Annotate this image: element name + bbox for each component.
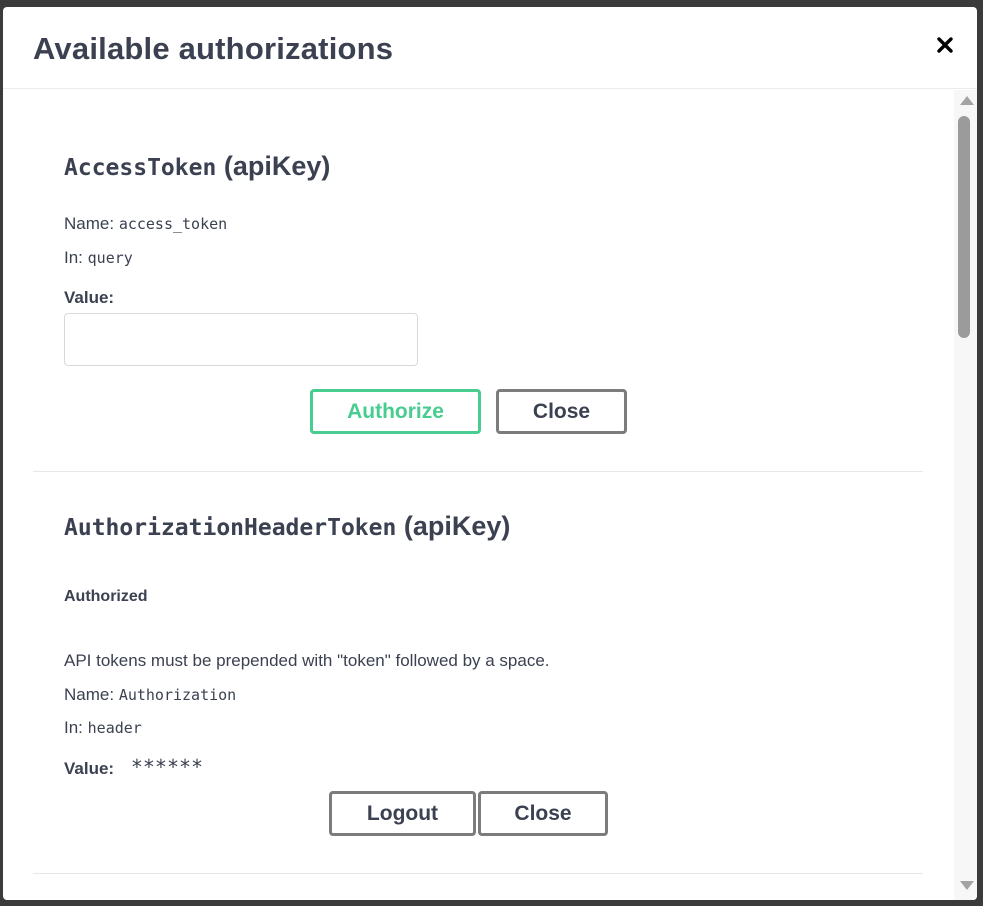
auth-type: (apiKey) [223, 151, 331, 181]
in-label: In: [64, 248, 83, 267]
vertical-scrollbar[interactable] [954, 90, 977, 900]
close-button[interactable]: Close [478, 791, 608, 836]
masked-value: ****** [130, 755, 204, 779]
scroll-thumb[interactable] [958, 116, 970, 338]
value-label: Value: [64, 288, 115, 307]
name-label: Name: [64, 214, 115, 233]
close-x-icon-svg [937, 37, 953, 53]
auth-in-row: In: query [64, 248, 133, 268]
value-input[interactable] [64, 313, 418, 366]
auth-type: (apiKey) [403, 511, 511, 541]
auth-section-access-token: AccessToken (apiKey) Name: access_token … [33, 90, 923, 472]
scroll-up-arrow-icon[interactable] [960, 96, 974, 105]
modal-body: AccessToken (apiKey) Name: access_token … [3, 90, 953, 900]
logout-button[interactable]: Logout [329, 791, 476, 836]
authorize-button[interactable]: Authorize [310, 389, 481, 434]
value-label: Value: [64, 759, 115, 778]
modal-header: Available authorizations [3, 7, 977, 89]
authorizations-modal: Available authorizations AccessToken (ap… [3, 7, 977, 900]
authorized-status: Authorized [64, 588, 148, 605]
auth-name: AuthorizationHeaderToken [64, 515, 397, 541]
auth-name: AccessToken [64, 155, 217, 181]
auth-name-row: Name: access_token [64, 214, 227, 234]
auth-section-authorization-header-token: AuthorizationHeaderToken (apiKey) Author… [33, 472, 923, 874]
auth-title: AccessToken (apiKey) [64, 151, 330, 182]
in-value: header [87, 719, 142, 737]
auth-value-row: Value: ****** [64, 755, 203, 779]
auth-title: AuthorizationHeaderToken (apiKey) [64, 511, 510, 542]
modal-title: Available authorizations [33, 31, 394, 66]
name-label: Name: [64, 685, 115, 704]
auth-description: API tokens must be prepended with "token… [64, 651, 550, 670]
close-button[interactable]: Close [496, 389, 627, 434]
close-x-icon[interactable] [931, 31, 959, 59]
auth-name-row: Name: Authorization [64, 685, 236, 705]
name-value: Authorization [118, 686, 237, 704]
auth-in-row: In: header [64, 718, 142, 738]
name-value: access_token [118, 215, 228, 233]
in-value: query [87, 249, 133, 267]
in-label: In: [64, 718, 83, 737]
scroll-down-arrow-icon[interactable] [960, 881, 974, 890]
